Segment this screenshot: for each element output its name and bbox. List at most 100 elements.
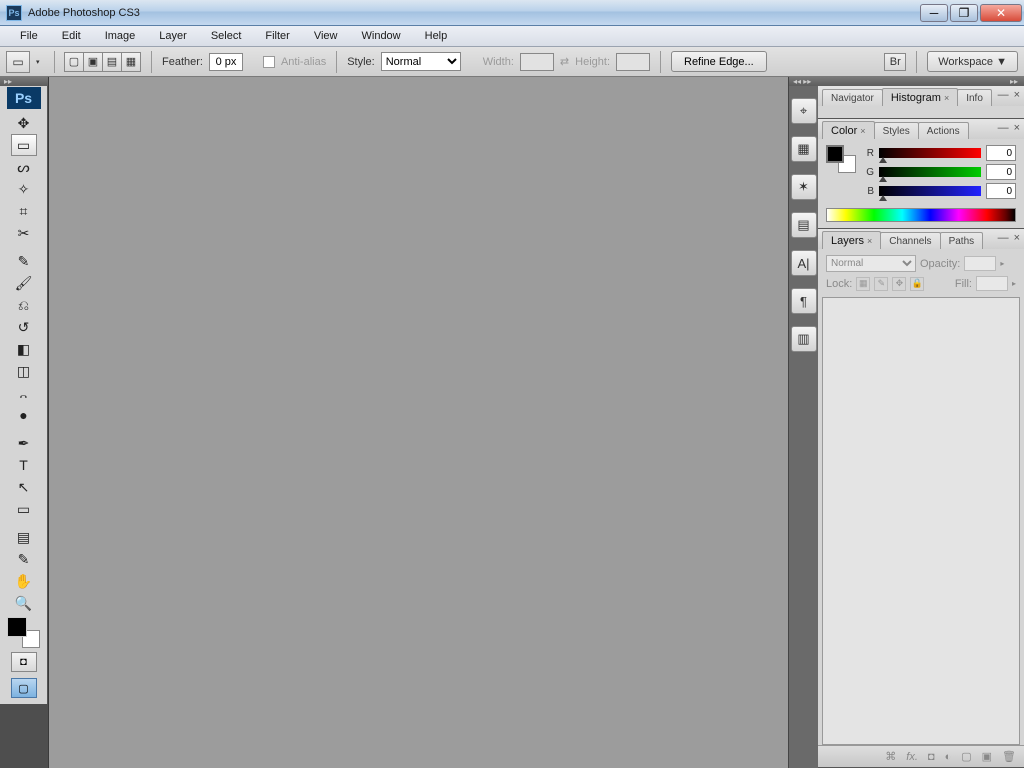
close-icon[interactable]: × bbox=[867, 236, 872, 246]
color-slider-r[interactable] bbox=[879, 148, 981, 158]
workspace-button[interactable]: Workspace ▼ bbox=[927, 51, 1018, 72]
lock-position-icon: ✥ bbox=[892, 277, 906, 291]
crop-tool[interactable]: ⌗ bbox=[11, 200, 37, 222]
notes-tool[interactable]: ▤ bbox=[11, 526, 37, 548]
spectrum-ramp[interactable] bbox=[826, 208, 1016, 222]
lasso-tool[interactable]: ᔕ bbox=[11, 156, 37, 178]
tab-layers[interactable]: Layers× bbox=[822, 231, 881, 249]
add-selection-button[interactable]: ▣ bbox=[83, 52, 103, 72]
intersect-selection-button[interactable]: ▦ bbox=[121, 52, 141, 72]
delete-layer-icon[interactable]: 🗑 bbox=[1002, 750, 1016, 763]
pen-tool[interactable]: ✒ bbox=[11, 432, 37, 454]
blur-tool[interactable]: ᎔ bbox=[11, 382, 37, 404]
tab-info[interactable]: Info bbox=[957, 89, 992, 106]
subtract-selection-button[interactable]: ▤ bbox=[102, 52, 122, 72]
eyedropper-tool[interactable]: ✎ bbox=[11, 548, 37, 570]
layer-style-icon[interactable]: fx. bbox=[906, 751, 918, 763]
panel-minimize-icon[interactable]: — bbox=[998, 232, 1009, 244]
anti-alias-checkbox bbox=[263, 56, 275, 68]
swatches-dock-icon[interactable]: ▦ bbox=[791, 136, 817, 162]
menu-view[interactable]: View bbox=[302, 27, 350, 45]
anti-alias-label: Anti-alias bbox=[281, 56, 326, 68]
panel-close-icon[interactable]: × bbox=[1014, 232, 1020, 244]
panels-drag-strip[interactable]: ▸▸ bbox=[818, 77, 1024, 86]
zoom-tool[interactable]: 🔍 bbox=[11, 592, 37, 614]
tool-preset-picker[interactable]: ▭ bbox=[6, 51, 30, 73]
menu-layer[interactable]: Layer bbox=[147, 27, 199, 45]
dodge-tool[interactable]: ● bbox=[11, 404, 37, 426]
tab-histogram[interactable]: Histogram× bbox=[882, 88, 958, 106]
menu-filter[interactable]: Filter bbox=[253, 27, 301, 45]
close-button[interactable]: ✕ bbox=[980, 4, 1022, 22]
type-tool[interactable]: T bbox=[11, 454, 37, 476]
marquee-tool[interactable]: ▭ bbox=[11, 134, 37, 156]
menu-image[interactable]: Image bbox=[93, 27, 148, 45]
menu-edit[interactable]: Edit bbox=[50, 27, 93, 45]
new-selection-button[interactable]: ▢ bbox=[64, 52, 84, 72]
shape-tool[interactable]: ▭ bbox=[11, 498, 37, 520]
adjustment-layer-icon[interactable]: ◐ bbox=[945, 751, 952, 763]
clone-stamp-tool[interactable]: ⎌ bbox=[11, 294, 37, 316]
new-layer-icon[interactable]: ▣ bbox=[982, 750, 992, 763]
color-value-r[interactable] bbox=[986, 145, 1016, 161]
color-mini-swatches[interactable] bbox=[826, 145, 856, 173]
panel-close-icon[interactable]: × bbox=[1014, 122, 1020, 134]
fg-mini-swatch[interactable] bbox=[826, 145, 844, 163]
style-select[interactable]: Normal bbox=[381, 52, 461, 71]
brushes-dock-icon[interactable]: ✶ bbox=[791, 174, 817, 200]
tool-preset-dropdown-icon[interactable]: ▾ bbox=[36, 58, 44, 66]
brush-tool[interactable]: 🖌 bbox=[11, 272, 37, 294]
tab-color[interactable]: Color× bbox=[822, 121, 875, 139]
refine-edge-button[interactable]: Refine Edge... bbox=[671, 51, 767, 72]
maximize-button[interactable]: ❐ bbox=[950, 4, 978, 22]
layer-mask-icon[interactable]: ◘ bbox=[928, 751, 935, 763]
history-brush-tool[interactable]: ↺ bbox=[11, 316, 37, 338]
color-slider-b[interactable] bbox=[879, 186, 981, 196]
close-icon[interactable]: × bbox=[860, 126, 865, 136]
tab-styles[interactable]: Styles bbox=[874, 122, 919, 139]
tab-channels[interactable]: Channels bbox=[880, 232, 940, 249]
panel-minimize-icon[interactable]: — bbox=[998, 122, 1009, 134]
tab-paths[interactable]: Paths bbox=[940, 232, 984, 249]
color-slider-g[interactable] bbox=[879, 167, 981, 177]
close-icon[interactable]: × bbox=[944, 93, 949, 103]
new-group-icon[interactable]: ▢ bbox=[961, 750, 971, 763]
hand-tool[interactable]: ✋ bbox=[11, 570, 37, 592]
gradient-tool[interactable]: ◫ bbox=[11, 360, 37, 382]
quick-mask-button[interactable]: ◘ bbox=[11, 652, 37, 672]
color-value-g[interactable] bbox=[986, 164, 1016, 180]
feather-input[interactable] bbox=[209, 53, 243, 71]
tab-navigator[interactable]: Navigator bbox=[822, 89, 883, 106]
healing-brush-tool[interactable]: ✎ bbox=[11, 250, 37, 272]
character-dock-icon[interactable]: A| bbox=[791, 250, 817, 276]
menu-bar: File Edit Image Layer Select Filter View… bbox=[0, 26, 1024, 47]
menu-help[interactable]: Help bbox=[413, 27, 460, 45]
opacity-label: Opacity: bbox=[920, 258, 960, 270]
layers-list[interactable] bbox=[822, 297, 1020, 745]
panel-close-icon[interactable]: × bbox=[1014, 89, 1020, 101]
menu-window[interactable]: Window bbox=[350, 27, 413, 45]
panel-minimize-icon[interactable]: — bbox=[998, 89, 1009, 101]
path-selection-tool[interactable]: ↖ bbox=[11, 476, 37, 498]
toolbox-drag-strip[interactable]: ▸▸ bbox=[0, 77, 48, 86]
move-tool[interactable]: ✥ bbox=[11, 112, 37, 134]
foreground-color-swatch[interactable] bbox=[8, 618, 26, 636]
menu-select[interactable]: Select bbox=[199, 27, 254, 45]
bridge-icon[interactable]: Br bbox=[884, 53, 906, 71]
link-layers-icon[interactable]: ⌘ bbox=[885, 750, 896, 763]
menu-file[interactable]: File bbox=[8, 27, 50, 45]
color-value-b[interactable] bbox=[986, 183, 1016, 199]
paragraph-dock-icon[interactable]: ¶ bbox=[791, 288, 817, 314]
magic-wand-tool[interactable]: ✧ bbox=[11, 178, 37, 200]
dock-drag-strip[interactable]: ◂◂ ▸▸ bbox=[789, 77, 818, 86]
slice-tool[interactable]: ✂ bbox=[11, 222, 37, 244]
screen-mode-button[interactable]: ▢ bbox=[11, 678, 37, 698]
tab-actions[interactable]: Actions bbox=[918, 122, 969, 139]
color-swatches[interactable] bbox=[8, 618, 40, 648]
layer-comps-dock-icon[interactable]: ▤ bbox=[791, 212, 817, 238]
minimize-button[interactable]: ─ bbox=[920, 4, 948, 22]
actions-dock-icon[interactable]: ▥ bbox=[791, 326, 817, 352]
eraser-tool[interactable]: ◧ bbox=[11, 338, 37, 360]
canvas-area[interactable] bbox=[48, 77, 788, 768]
navigator-dock-icon[interactable]: ⌖ bbox=[791, 98, 817, 124]
